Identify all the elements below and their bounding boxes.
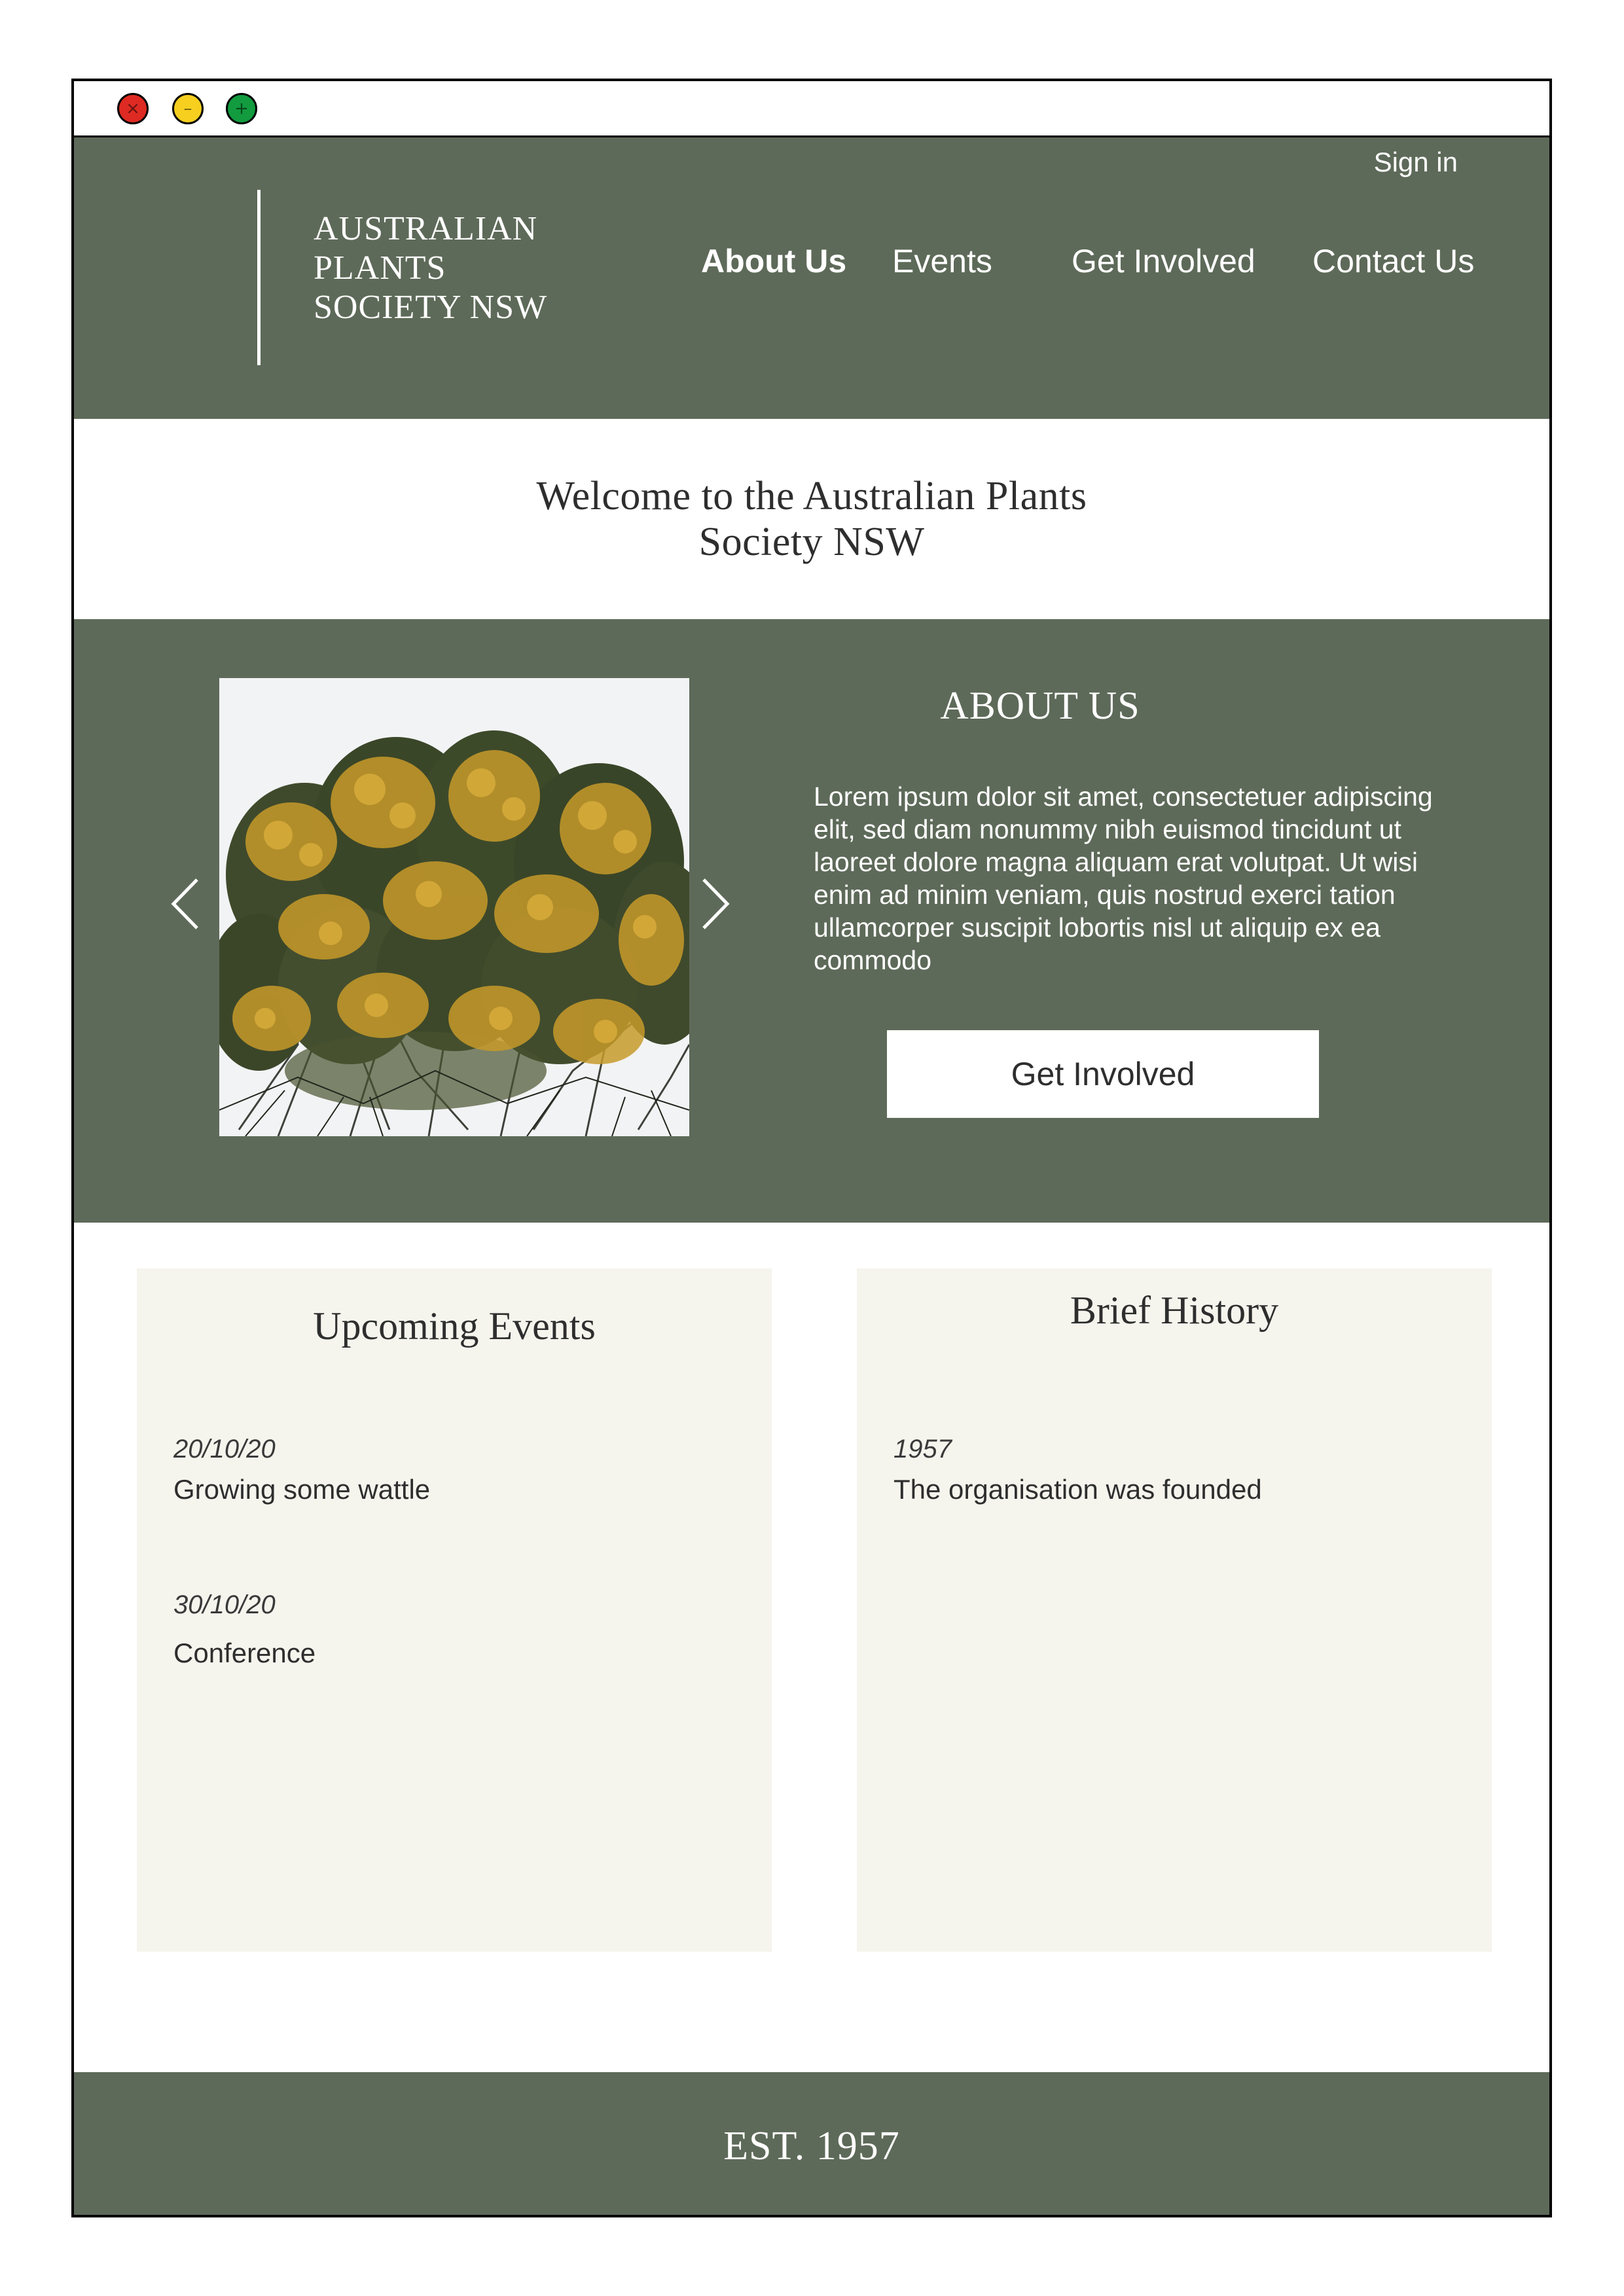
about-section: ABOUT US Lorem ipsum dolor sit amet, con… xyxy=(74,619,1549,1223)
event-date: 20/10/20 xyxy=(173,1435,276,1463)
logo-line: PLANTS xyxy=(314,249,446,287)
footer-established-text: EST. 1957 xyxy=(723,2123,900,2168)
about-title: ABOUT US xyxy=(940,684,1140,727)
history-event: The organisation was founded xyxy=(893,1474,1262,1505)
logo-divider xyxy=(257,190,261,365)
brief-history-title: Brief History xyxy=(1070,1289,1279,1332)
close-icon: × xyxy=(126,99,140,118)
nav-item-get-involved[interactable]: Get Involved xyxy=(1072,242,1255,280)
carousel-image xyxy=(219,678,689,1136)
site-logo[interactable]: AUSTRALIAN PLANTS SOCIETY NSW xyxy=(314,209,547,327)
browser-window: × – + Sign in AUSTRALIAN PLANTS SOCIETY … xyxy=(71,79,1552,2217)
logo-line: SOCIETY NSW xyxy=(314,289,548,326)
get-involved-button[interactable]: Get Involved xyxy=(887,1030,1319,1118)
event-name[interactable]: Growing some wattle xyxy=(173,1474,430,1505)
site-footer: EST. 1957 xyxy=(74,2072,1549,2215)
close-window-button[interactable]: × xyxy=(117,93,149,124)
minimize-window-button[interactable]: – xyxy=(172,93,204,124)
welcome-section: Welcome to the Australian Plants Society… xyxy=(74,419,1549,619)
wattle-tree-photo xyxy=(219,678,689,1136)
event-name[interactable]: Conference xyxy=(173,1638,316,1669)
brief-history-panel: Brief History 1957 The organisation was … xyxy=(857,1268,1492,1952)
upcoming-events-title: Upcoming Events xyxy=(313,1304,596,1348)
site-header: Sign in AUSTRALIAN PLANTS SOCIETY NSW Ab… xyxy=(74,137,1549,419)
chevron-left-icon xyxy=(171,878,198,929)
nav-item-events[interactable]: Events xyxy=(892,242,992,280)
event-date: 30/10/20 xyxy=(173,1590,276,1619)
carousel-next-button[interactable] xyxy=(695,874,734,933)
minimize-icon: – xyxy=(183,99,192,118)
carousel-prev-button[interactable] xyxy=(167,874,206,933)
window-title-bar: × – + xyxy=(74,81,1549,137)
sign-in-link[interactable]: Sign in xyxy=(1374,147,1458,178)
about-body-text: Lorem ipsum dolor sit amet, consectetuer… xyxy=(814,781,1433,975)
logo-line: AUSTRALIAN xyxy=(314,210,538,247)
nav-item-contact-us[interactable]: Contact Us xyxy=(1312,242,1474,280)
maximize-icon: + xyxy=(234,99,249,118)
welcome-heading: Welcome to the Australian Plants Society… xyxy=(536,474,1087,564)
upcoming-events-panel: Upcoming Events 20/10/20 Growing some wa… xyxy=(137,1268,772,1952)
nav-item-about-us[interactable]: About Us xyxy=(701,242,846,280)
maximize-window-button[interactable]: + xyxy=(226,93,257,124)
chevron-right-icon xyxy=(702,878,730,929)
history-year: 1957 xyxy=(893,1435,952,1463)
